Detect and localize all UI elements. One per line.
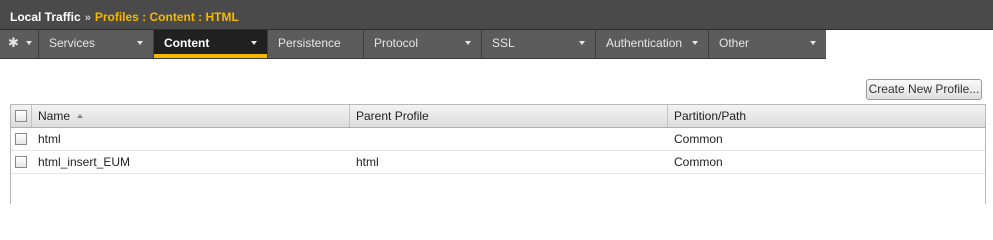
sort-ascending-icon [77,114,84,118]
column-header-parent-profile: Parent Profile [350,105,668,127]
profiles-table: Name Parent Profile Partition/Path html … [10,104,986,204]
tab-label: SSL [492,36,515,50]
tab-ssl[interactable]: SSL [482,30,596,58]
tab-label: Authentication [606,36,683,50]
tab-label: Content [164,36,210,50]
column-header-label: Partition/Path [674,109,747,123]
column-header-name[interactable]: Name [32,105,350,127]
tab-authentication[interactable]: Authentication [596,30,709,58]
tab-services[interactable]: Services [39,30,154,58]
chevron-down-icon [692,41,698,45]
tab-label: Protocol [374,36,419,50]
table-row: html Common [11,128,985,151]
tab-other[interactable]: Other [709,30,826,58]
title-bar: Local Traffic» Profiles : Content : HTML [0,0,993,30]
select-all-header [11,105,32,127]
chevron-down-icon [251,41,257,45]
partition-cell: Common [674,155,723,169]
row-checkbox[interactable] [15,133,27,145]
column-header-label: Name [38,109,71,123]
breadcrumb: Local Traffic» Profiles : Content : HTML [10,10,239,24]
breadcrumb-separator: » [84,12,91,24]
create-new-profile-button[interactable]: Create New Profile... [866,79,982,100]
profile-name-link[interactable]: html [38,132,61,146]
tab-label: Other [719,36,750,50]
row-checkbox[interactable] [15,156,27,168]
column-header-label: Parent Profile [356,109,429,123]
settings-menu[interactable]: ✱ [0,30,39,58]
profile-name-link[interactable]: html_insert_EUM [38,155,130,169]
chevron-down-icon [26,41,32,45]
table-row: html_insert_EUM html Common [11,151,985,174]
breadcrumb-current: Profiles : Content : HTML [94,10,239,24]
active-tab-indicator [154,54,267,58]
column-header-partition: Partition/Path [668,105,985,127]
partition-cell: Common [674,132,723,146]
tab-persistence[interactable]: Persistence [268,30,364,58]
chevron-down-icon [810,41,816,45]
table-header: Name Parent Profile Partition/Path [11,105,985,128]
parent-profile-cell[interactable]: html [356,155,379,169]
select-all-checkbox[interactable] [15,110,27,122]
chevron-down-icon [579,41,585,45]
tab-bar: ✱ Services Content Persistence Protocol … [0,30,826,59]
tab-label: Services [49,36,96,50]
gear-icon: ✱ [8,35,19,50]
breadcrumb-root[interactable]: Local Traffic [10,10,81,24]
tab-label: Persistence [278,36,341,50]
chevron-down-icon [137,41,143,45]
chevron-down-icon [465,41,471,45]
tab-content[interactable]: Content [154,30,268,58]
tab-protocol[interactable]: Protocol [364,30,482,58]
